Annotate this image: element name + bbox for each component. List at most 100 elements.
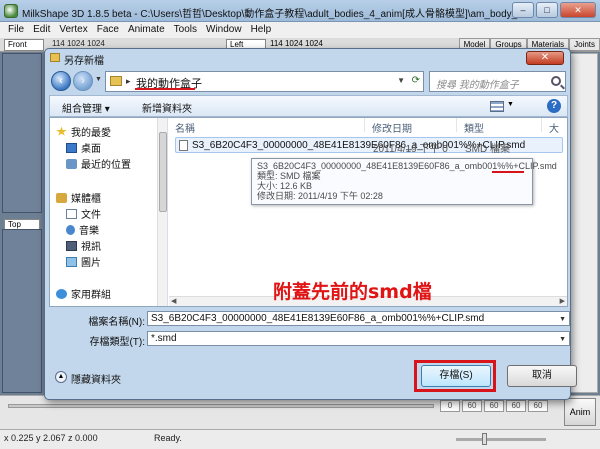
column-separator[interactable]: [541, 118, 542, 132]
frame-slider[interactable]: [8, 404, 434, 408]
nav-scrollbar[interactable]: [157, 118, 167, 306]
maximize-button[interactable]: □: [536, 2, 558, 18]
tooltip-name: S3_6B20C4F3_00000000_48E41E8139E60F86_a_…: [257, 161, 557, 171]
scroll-left-icon[interactable]: ◀: [171, 297, 176, 305]
menu-tools[interactable]: Tools: [174, 22, 197, 38]
annotation-underline: [135, 88, 195, 90]
nav-item-videos[interactable]: 視訊: [66, 238, 101, 253]
status-slider-thumb[interactable]: [482, 433, 487, 445]
filetype-label: 存檔類型(T):: [89, 337, 145, 348]
frame-field-current[interactable]: 0: [440, 400, 460, 412]
document-icon: [66, 208, 77, 219]
forward-button[interactable]: ›: [73, 71, 93, 91]
dialog-titlebar: 另存新檔 ✕: [45, 49, 570, 67]
dialog-close-button[interactable]: ✕: [526, 51, 564, 65]
nav-scrollbar-thumb[interactable]: [159, 132, 167, 212]
nav-item-music[interactable]: 音樂: [66, 222, 99, 237]
nav-item-desktop[interactable]: 桌面: [66, 140, 101, 155]
history-dropdown-icon[interactable]: ▼: [95, 76, 102, 83]
filetype-value: *.smd: [151, 333, 177, 344]
app-title: MilkShape 3D 1.8.5 beta - C:\Users\哲哲\De…: [22, 9, 522, 20]
status-slider[interactable]: [456, 438, 546, 441]
file-icon: [179, 140, 188, 151]
homegroup-icon: [56, 288, 67, 299]
new-folder-button[interactable]: 新增資料夾: [142, 100, 192, 115]
status-text: Ready.: [154, 433, 182, 443]
frame-field[interactable]: 60: [484, 400, 504, 412]
tooltip-date: 修改日期: 2011/4/19 下午 02:28: [257, 191, 383, 201]
menu-animate[interactable]: Animate: [128, 22, 165, 38]
statusbar: x 0.225 y 2.067 z 0.000 Ready.: [0, 429, 600, 449]
breadcrumb-separator-icon[interactable]: ▸: [126, 76, 131, 87]
left-coords: 114 1024 1024: [270, 39, 323, 48]
menu-vertex[interactable]: Vertex: [59, 22, 87, 38]
menubar: File Edit Vertex Face Animate Tools Wind…: [0, 22, 600, 38]
nav-item-label: 我的最愛: [71, 128, 111, 139]
search-icon[interactable]: [551, 76, 561, 86]
search-placeholder: 搜尋 我的動作盒子: [436, 80, 519, 91]
filetype-select[interactable]: *.smd ▼: [147, 331, 570, 346]
cancel-button[interactable]: 取消: [507, 365, 577, 387]
menu-edit[interactable]: Edit: [33, 22, 50, 38]
library-icon: [56, 192, 67, 203]
dialog-footer: ▲ 隱藏資料夾 存檔(S) 取消: [49, 355, 577, 395]
address-dropdown-icon[interactable]: ▼: [397, 76, 405, 85]
close-button[interactable]: ✕: [560, 2, 596, 18]
menu-help[interactable]: Help: [251, 22, 272, 38]
minimize-button[interactable]: –: [512, 2, 534, 18]
view-select-front[interactable]: Front: [4, 39, 44, 51]
picture-icon: [66, 256, 77, 267]
help-icon[interactable]: ?: [547, 99, 561, 113]
filename-input[interactable]: S3_6B20C4F3_00000000_48E41E8139E60F86_a_…: [147, 311, 570, 326]
column-separator[interactable]: [364, 118, 365, 132]
frame-field-total[interactable]: 60: [462, 400, 482, 412]
nav-item-label: 家用群組: [71, 290, 111, 301]
annotation-text: 附蓋先前的smd檔: [273, 281, 432, 303]
address-bar[interactable]: ▸ 我的動作盒子 ▼ ⟳: [105, 71, 424, 92]
animation-bar: 0 60 60 60 60 Anim: [0, 395, 600, 429]
back-button[interactable]: ‹: [51, 71, 71, 91]
desktop-icon: [66, 142, 77, 153]
nav-item-label: 媒體櫃: [71, 194, 101, 205]
nav-item-label: 圖片: [81, 258, 101, 269]
dialog-title: 另存新檔: [64, 56, 104, 67]
viewport-front[interactable]: [2, 53, 42, 213]
filename-label: 檔案名稱(N):: [88, 317, 145, 328]
viewport-top[interactable]: [2, 229, 42, 393]
organize-button[interactable]: 組合管理 ▾: [62, 100, 110, 115]
menu-window[interactable]: Window: [206, 22, 242, 38]
file-type: SMD 檔案: [465, 144, 510, 155]
file-row[interactable]: S3_6B20C4F3_00000000_48E41E8139E60F86_a_…: [175, 137, 563, 155]
anim-button[interactable]: Anim: [564, 398, 596, 426]
column-header-date[interactable]: 修改日期: [372, 120, 412, 135]
recent-places-icon: [66, 158, 77, 169]
menu-file[interactable]: File: [8, 22, 24, 38]
search-input[interactable]: 搜尋 我的動作盒子: [429, 71, 566, 92]
view-dropdown-icon[interactable]: ▼: [507, 101, 514, 108]
scroll-right-icon[interactable]: ▶: [560, 297, 565, 305]
nav-item-recent[interactable]: 最近的位置: [66, 156, 131, 171]
refresh-icon[interactable]: ⟳: [412, 75, 420, 86]
nav-item-pictures[interactable]: 圖片: [66, 254, 101, 269]
nav-item-homegroup[interactable]: 家用群組: [56, 286, 111, 301]
column-header-type[interactable]: 類型: [464, 120, 484, 135]
menu-face[interactable]: Face: [97, 22, 119, 38]
chevron-down-icon[interactable]: ▼: [559, 313, 566, 325]
front-coords: 114 1024 1024: [52, 39, 105, 48]
nav-item-favorites[interactable]: 我的最愛: [56, 124, 111, 139]
nav-item-libraries[interactable]: 媒體櫃: [56, 190, 101, 205]
frame-field[interactable]: 60: [528, 400, 548, 412]
annotation-underline: [492, 171, 524, 173]
view-options-icon[interactable]: [490, 101, 504, 112]
hide-folders-icon[interactable]: ▲: [55, 371, 67, 383]
chevron-down-icon[interactable]: ▼: [559, 333, 566, 345]
column-separator[interactable]: [456, 118, 457, 132]
window-controls: – □ ✕: [512, 2, 596, 18]
app-titlebar: MilkShape 3D 1.8.5 beta - C:\Users\哲哲\De…: [0, 0, 600, 22]
tab-joints[interactable]: Joints: [569, 38, 600, 51]
nav-item-documents[interactable]: 文件: [66, 206, 101, 221]
hide-folders-button[interactable]: 隱藏資料夾: [71, 371, 121, 386]
column-header-name[interactable]: 名稱: [175, 120, 195, 135]
navigation-pane: 我的最愛 桌面 最近的位置 媒體櫃 文件 音樂 視訊 圖片 家用群組: [50, 118, 168, 306]
frame-field[interactable]: 60: [506, 400, 526, 412]
